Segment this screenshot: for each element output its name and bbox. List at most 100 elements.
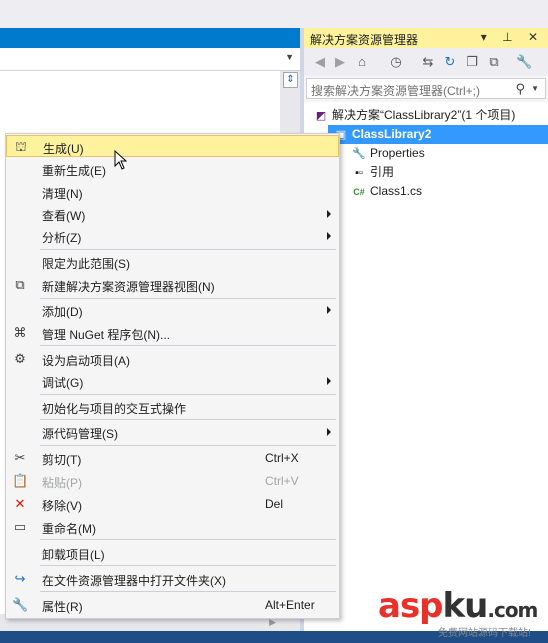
menu-item-rebuild[interactable]: 重新生成(E) [6,158,339,180]
watermark-brand-c: .com [487,598,538,622]
menu-item-shortcut: Del [265,497,284,511]
menu-item-analyze[interactable]: 分析(Z) [6,225,339,247]
refresh-icon[interactable]: ↻ [442,54,458,70]
menu-item-scope-to-this[interactable]: 限定为此范围(S) [6,251,339,273]
menu-item-label: 在文件资源管理器中打开文件夹(X) [42,574,226,588]
menu-item-label: 重新生成(E) [42,164,106,178]
menu-item-label: 移除(V) [42,499,82,513]
menu-item-new-explorer-view[interactable]: ⧉ 新建解决方案资源管理器视图(N) [6,274,339,296]
menu-separator [40,345,336,346]
menu-item-open-folder[interactable]: ↪ 在文件资源管理器中打开文件夹(X) [6,568,339,590]
references-icon: ▪▫ [355,167,363,179]
menu-item-init-interactive[interactable]: 初始化与项目的交互式操作 [6,396,339,418]
editor-tab-strip[interactable] [0,28,300,48]
menu-item-set-startup[interactable]: ⚙ 设为启动项目(A) [6,348,339,370]
menu-item-label: 初始化与项目的交互式操作 [42,402,187,416]
menu-item-build[interactable]: ⛫ 生成(U) [6,135,339,157]
watermark-logo: aspku.com 免费网站源码下载站! [378,586,538,639]
menu-item-properties[interactable]: 🔧 属性(R) Alt+Enter [6,594,339,616]
solution-explorer: 解决方案资源管理器 ▾ ⊥ ✕ ◀ ▶ ⌂ ◷ ⇆ ↻ ❐ ⧉ 🔧 搜索解决方案… [304,28,548,631]
watermark-subtitle: 免费网站源码下载站! [438,628,531,639]
menu-item-label: 生成(U) [43,142,84,156]
sync-icon[interactable]: ⇆ [420,54,436,70]
gear-icon: ⚙ [14,351,26,366]
menu-item-remove[interactable]: ✕ 移除(V) Del [6,493,339,515]
menu-item-label: 卸载项目(L) [42,548,105,562]
menu-item-label: 添加(D) [42,305,83,319]
project-context-menu: ⛫ 生成(U) 重新生成(E) 清理(N) 查看(W) 分析(Z) 限定为此范围… [5,133,340,619]
split-window-icon[interactable]: ⇕ [283,72,298,88]
submenu-arrow-icon [327,210,331,218]
editor-navigation-bar[interactable]: ▼ [0,48,300,71]
tree-node-class1[interactable]: C# Class1.cs [352,182,422,201]
properties-icon: 🔧 [12,597,29,612]
show-all-files-icon[interactable]: ⧉ [486,54,502,70]
menu-item-shortcut: Ctrl+X [265,451,299,465]
menu-separator [40,565,336,566]
open-folder-icon: ↪ [14,571,26,586]
menu-separator [40,419,336,420]
tree-node-label: 解决方案“ClassLibrary2”(1 个项目) [332,108,516,122]
menu-item-label: 新建解决方案资源管理器视图(N) [42,280,215,294]
back-icon[interactable]: ◀ [312,54,328,70]
tree-node-references[interactable]: ▪▫ 引用 [352,163,394,182]
search-icon[interactable]: ⚲ [515,81,525,97]
search-placeholder: 搜索解决方案资源管理器(Ctrl+;) [311,84,480,98]
menu-separator [40,394,336,395]
top-chrome [0,0,548,28]
menu-item-shortcut: Alt+Enter [265,598,315,612]
solution-explorer-titlebar: 解决方案资源管理器 ▾ ⊥ ✕ [304,28,548,48]
menu-item-rename[interactable]: ▭ 重命名(M) [6,516,339,538]
cut-icon: ✂ [14,450,26,465]
mouse-pointer-icon [114,150,128,170]
tree-node-label: Properties [370,146,425,160]
tree-node-label: ClassLibrary2 [352,127,432,141]
menu-item-shortcut: Ctrl+V [265,474,299,488]
solution-explorer-toolbar: ◀ ▶ ⌂ ◷ ⇆ ↻ ❐ ⧉ 🔧 [304,48,548,76]
submenu-arrow-icon [327,306,331,314]
tree-node-properties[interactable]: 🔧 Properties [352,144,425,163]
solution-explorer-title: 解决方案资源管理器 [310,33,419,47]
menu-item-paste[interactable]: 📋 粘贴(P) Ctrl+V [6,470,339,492]
paste-icon: 📋 [12,473,29,488]
menu-item-label: 设为启动项目(A) [42,354,130,368]
menu-item-manage-nuget[interactable]: ⌘ 管理 NuGet 程序包(N)... [6,322,339,344]
tree-node-project[interactable]: ▣ ClassLibrary2 [328,125,548,144]
menu-item-label: 粘贴(P) [42,476,82,490]
chevron-down-icon[interactable]: ▼ [531,84,539,93]
collapse-all-icon[interactable]: ❐ [464,54,480,70]
window-buttons[interactable]: ▾ ⊥ ✕ [481,30,544,44]
wrench-icon: 🔧 [352,148,366,160]
menu-item-label: 管理 NuGet 程序包(N)... [42,328,171,342]
menu-item-label: 分析(Z) [42,231,82,245]
submenu-arrow-icon [327,232,331,240]
watermark-brand-b: ku [442,586,489,626]
menu-separator [40,445,336,446]
menu-item-unload-project[interactable]: 卸载项目(L) [6,542,339,564]
properties-wrench-icon[interactable]: 🔧 [516,54,532,70]
menu-separator [40,591,336,592]
menu-separator [40,539,336,540]
menu-item-label: 调试(G) [42,376,84,390]
solution-explorer-search-box[interactable]: 搜索解决方案资源管理器(Ctrl+;) ⚲ ▼ [306,78,546,99]
solution-icon: ◩ [315,110,327,122]
menu-item-label: 查看(W) [42,209,86,223]
csharp-file-icon: C# [353,187,365,197]
tree-node-solution[interactable]: ◩ 解决方案“ClassLibrary2”(1 个项目) [314,106,516,125]
tree-node-label: 引用 [370,165,395,179]
rename-icon: ▭ [13,519,27,534]
menu-item-source-control[interactable]: 源代码管理(S) [6,421,339,443]
chevron-down-icon[interactable]: ▼ [285,52,294,62]
forward-icon[interactable]: ▶ [332,54,348,70]
home-icon[interactable]: ⌂ [354,54,370,70]
build-icon: ⛫ [15,139,27,154]
menu-item-clean[interactable]: 清理(N) [6,181,339,203]
menu-item-label: 属性(R) [42,600,83,614]
history-icon[interactable]: ◷ [388,54,404,70]
menu-item-add[interactable]: 添加(D) [6,299,339,321]
submenu-arrow-icon [327,428,331,436]
menu-item-view[interactable]: 查看(W) [6,203,339,225]
menu-item-debug[interactable]: 调试(G) [6,370,339,392]
menu-item-label: 清理(N) [42,187,83,201]
menu-item-cut[interactable]: ✂ 剪切(T) Ctrl+X [6,447,339,469]
